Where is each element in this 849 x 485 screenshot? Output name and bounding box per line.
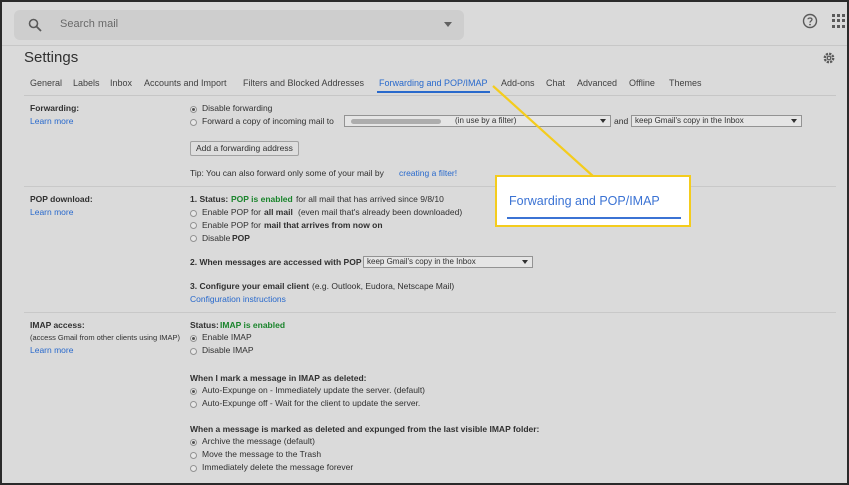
imap-status-value: IMAP is enabled	[220, 320, 286, 330]
forwarding-heading: Forwarding:	[30, 103, 80, 113]
apps-grid-icon[interactable]	[832, 14, 846, 28]
pop-opt2-a: Enable POP for	[202, 220, 261, 230]
pop-q2: 2. When messages are accessed with POP	[190, 257, 362, 267]
pop-learn-more-link[interactable]: Learn more	[30, 207, 73, 217]
archive-message-radio[interactable]	[190, 439, 197, 446]
pop-disable-radio[interactable]	[190, 235, 197, 242]
chevron-down-icon	[791, 119, 797, 123]
dropdown-arrow-icon[interactable]	[444, 22, 452, 27]
tab-add-ons[interactable]: Add-ons	[501, 78, 535, 88]
pop-q3: 3. Configure your email client	[190, 281, 310, 291]
forward-copy-radio[interactable]	[190, 119, 197, 126]
tab-accounts-and-import[interactable]: Accounts and Import	[144, 78, 227, 88]
configuration-instructions-link[interactable]: Configuration instructions	[190, 294, 286, 304]
enable-imap-label: Enable IMAP	[202, 332, 252, 342]
section-divider	[24, 312, 836, 313]
add-forwarding-address-button[interactable]: Add a forwarding address	[190, 141, 299, 156]
delete-forever-label: Immediately delete the message forever	[202, 462, 354, 472]
move-to-trash-label: Move the message to the Trash	[202, 449, 322, 459]
callout-connector-line	[492, 85, 595, 178]
imap-status-prefix: Status:	[190, 320, 219, 330]
pop-heading: POP download:	[30, 194, 93, 204]
search-icon	[28, 18, 42, 32]
pop-status-suffix: for all mail that has arrived since 9/8/…	[296, 194, 444, 204]
imap-subheading: (access Gmail from other clients using I…	[30, 333, 181, 342]
auto-expunge-on-label: Auto-Expunge on - Immediately update the…	[202, 385, 426, 395]
disable-imap-radio[interactable]	[190, 348, 197, 355]
pop-opt3: Disable	[202, 233, 231, 243]
pop-status-value: POP is enabled	[231, 194, 293, 204]
search-input[interactable]: Search mail	[60, 18, 118, 30]
forward-action-value: keep Gmail's copy in the Inbox	[635, 116, 744, 125]
tab-labels[interactable]: Labels	[73, 78, 100, 88]
forward-copy-label: Forward a copy of incoming mail to	[202, 116, 334, 126]
callout-label: Forwarding and POP/IMAP	[509, 194, 660, 208]
imap-deleted-heading: When I mark a message in IMAP as deleted…	[190, 373, 367, 383]
auto-expunge-off-label: Auto-Expunge off - Wait for the client t…	[202, 398, 421, 408]
tab-general[interactable]: General	[30, 78, 62, 88]
and-label: and	[614, 116, 629, 126]
callout-underline	[507, 217, 681, 219]
chevron-down-icon	[600, 119, 606, 123]
forwarding-learn-more-link[interactable]: Learn more	[30, 116, 73, 126]
archive-message-label: Archive the message (default)	[202, 436, 315, 446]
disable-forwarding-label: Disable forwarding	[202, 103, 273, 113]
screen-dim-overlay	[2, 2, 847, 483]
page-title: Settings	[24, 49, 79, 66]
move-to-trash-radio[interactable]	[190, 452, 197, 459]
pop-opt3-b: POP	[232, 233, 250, 243]
pop-opt1-a: Enable POP for	[202, 207, 261, 217]
tab-forwarding-pop-imap[interactable]: Forwarding and POP/IMAP	[377, 78, 490, 93]
pop-from-now-radio[interactable]	[190, 222, 197, 229]
disable-forwarding-radio[interactable]	[190, 106, 197, 113]
tab-themes[interactable]: Themes	[669, 78, 702, 88]
tabs-divider	[24, 95, 836, 96]
callout-box: Forwarding and POP/IMAP	[495, 175, 691, 227]
pop-q3-suffix: (e.g. Outlook, Eudora, Netscape Mail)	[312, 281, 455, 291]
tab-chat[interactable]: Chat	[546, 78, 565, 88]
help-icon[interactable]	[802, 13, 818, 29]
imap-heading: IMAP access:	[30, 320, 85, 330]
delete-forever-radio[interactable]	[190, 465, 197, 472]
gmail-settings-window: Search mail Settings General Labels Inbo…	[2, 2, 847, 483]
create-filter-link[interactable]: creating a filter!	[399, 168, 457, 178]
forward-address-note: (in use by a filter)	[455, 116, 517, 125]
auto-expunge-on-radio[interactable]	[190, 388, 197, 395]
tab-advanced[interactable]: Advanced	[577, 78, 617, 88]
section-divider	[24, 186, 836, 187]
tab-filters[interactable]: Filters and Blocked Addresses	[243, 78, 364, 88]
forward-address-select[interactable]: (in use by a filter)	[344, 115, 611, 127]
pop-opt1-c: (even mail that's already been downloade…	[298, 207, 463, 217]
header-divider	[2, 45, 847, 46]
tab-offline[interactable]: Offline	[629, 78, 655, 88]
enable-imap-radio[interactable]	[190, 335, 197, 342]
gear-icon[interactable]	[822, 51, 836, 65]
auto-expunge-off-radio[interactable]	[190, 401, 197, 408]
pop-access-value: keep Gmail's copy in the Inbox	[367, 257, 476, 266]
pop-status-prefix: 1. Status:	[190, 194, 229, 204]
chevron-down-icon	[522, 260, 528, 264]
forwarding-tip: Tip: You can also forward only some of y…	[190, 168, 384, 178]
pop-all-mail-radio[interactable]	[190, 210, 197, 217]
pop-opt1-b: all mail	[264, 207, 293, 217]
tab-inbox[interactable]: Inbox	[110, 78, 132, 88]
redacted-email	[351, 119, 441, 124]
pop-access-select[interactable]: keep Gmail's copy in the Inbox	[363, 256, 533, 268]
search-bar[interactable]: Search mail	[14, 10, 464, 40]
imap-learn-more-link[interactable]: Learn more	[30, 345, 73, 355]
imap-expunged-heading: When a message is marked as deleted and …	[190, 424, 540, 434]
forward-action-select[interactable]: keep Gmail's copy in the Inbox	[631, 115, 802, 127]
pop-opt2-b: mail that arrives from now on	[264, 220, 383, 230]
disable-imap-label: Disable IMAP	[202, 345, 254, 355]
